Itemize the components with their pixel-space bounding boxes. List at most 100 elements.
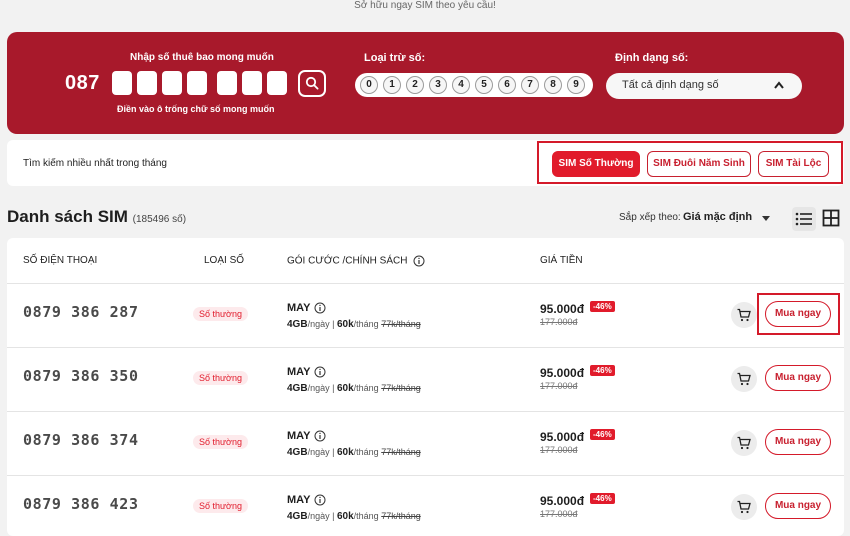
- digit-input-3[interactable]: [162, 71, 182, 95]
- number-type-badge: Số thường: [193, 371, 248, 385]
- plan-fee: 60k: [336, 447, 354, 458]
- top-caption: Sở hữu ngay SIM theo yêu cầu!: [354, 0, 496, 11]
- number-type-badge: Số thường: [193, 307, 248, 321]
- plan-name-text: MAY: [287, 302, 311, 314]
- price: 95.000đ: [540, 366, 585, 380]
- header-plan: GÓI CƯỚC /CHÍNH SÁCH: [287, 255, 425, 267]
- info-icon[interactable]: [314, 430, 326, 442]
- table-row: 0879 386 350 Số thường MAY 4GB/ngày | 60…: [7, 347, 844, 411]
- number-type-badge: Số thường: [193, 499, 248, 513]
- number-prefix: 087: [65, 72, 100, 94]
- add-to-cart-button[interactable]: [731, 494, 757, 520]
- grid-view-button[interactable]: [822, 209, 840, 227]
- sim-search-panel: Nhập số thuê bao mong muốn 087 Điền vào …: [7, 32, 844, 134]
- exclude-digit-2[interactable]: 2: [406, 76, 424, 94]
- caret-down-icon[interactable]: [762, 216, 770, 221]
- popular-filter-highlight: SIM Số Thường SIM Đuôi Năm Sinh SIM Tài …: [537, 141, 843, 184]
- exclude-digit-3[interactable]: 3: [429, 76, 447, 94]
- add-to-cart-button[interactable]: [731, 430, 757, 456]
- table-row: 0879 386 374 Số thường MAY 4GB/ngày | 60…: [7, 411, 844, 475]
- old-price: 177.000đ: [540, 509, 578, 519]
- list-count: (185496 số): [132, 214, 187, 225]
- plan-separator: |: [332, 447, 335, 457]
- exclude-label: Loại trừ số:: [364, 52, 426, 64]
- digit-hint: Điền vào ô trống chữ số mong muốn: [117, 104, 275, 114]
- plan-data-unit: /ngày: [307, 319, 330, 329]
- popular-filter-title: Tìm kiếm nhiều nhất trong tháng: [23, 158, 167, 169]
- plan-name-text: MAY: [287, 366, 311, 378]
- plan-fee: 60k: [336, 319, 354, 330]
- plan-detail: 4GB/ngày | 60k/tháng 77k/tháng: [287, 383, 421, 394]
- plan-fee: 60k: [336, 511, 354, 522]
- buy-now-button[interactable]: Mua ngay: [765, 493, 831, 519]
- list-view-button[interactable]: [792, 207, 816, 231]
- plan-fee-unit: /tháng: [353, 447, 379, 457]
- add-to-cart-button[interactable]: [731, 366, 757, 392]
- phone-number[interactable]: 0879 386 423: [23, 495, 139, 513]
- plan-data: 4GB: [287, 447, 308, 458]
- format-select[interactable]: Tất cả định dạng số: [606, 73, 802, 99]
- plan-name-text: MAY: [287, 430, 311, 442]
- chip-sim-so-thuong[interactable]: SIM Số Thường: [552, 151, 640, 177]
- exclude-digit-0[interactable]: 0: [360, 76, 378, 94]
- plan-separator: |: [332, 383, 335, 393]
- buy-now-button[interactable]: Mua ngay: [765, 365, 831, 391]
- chevron-up-icon: [774, 81, 784, 89]
- table-row: 0879 386 287 Số thường MAY 4GB/ngày | 60…: [7, 283, 844, 347]
- price: 95.000đ: [540, 494, 585, 508]
- plan-fee-unit: /tháng: [353, 511, 379, 521]
- cart-icon: [737, 500, 751, 514]
- buy-now-button[interactable]: Mua ngay: [765, 429, 831, 455]
- digit-input-5[interactable]: [217, 71, 237, 95]
- old-price: 177.000đ: [540, 381, 578, 391]
- header-price: GIÁ TIỀN: [540, 255, 583, 266]
- sort-select[interactable]: Giá mặc định: [683, 211, 752, 223]
- plan-name: MAY: [287, 366, 326, 378]
- info-icon[interactable]: [314, 366, 326, 378]
- discount-badge: -46%: [590, 301, 615, 312]
- plan-detail: 4GB/ngày | 60k/tháng 77k/tháng: [287, 511, 421, 522]
- exclude-digit-8[interactable]: 8: [544, 76, 562, 94]
- plan-old-fee: 77k/tháng: [381, 511, 421, 521]
- list-title: Danh sách SIM (185496 số): [7, 207, 186, 227]
- info-icon[interactable]: [413, 255, 425, 267]
- digit-input-6[interactable]: [242, 71, 262, 95]
- format-select-value: Tất cả định dạng số: [622, 79, 719, 91]
- digit-input-4[interactable]: [187, 71, 207, 95]
- exclude-digit-7[interactable]: 7: [521, 76, 539, 94]
- plan-detail: 4GB/ngày | 60k/tháng 77k/tháng: [287, 319, 421, 330]
- plan-name: MAY: [287, 494, 326, 506]
- search-icon: [305, 76, 319, 90]
- add-to-cart-button[interactable]: [731, 302, 757, 328]
- exclude-digit-5[interactable]: 5: [475, 76, 493, 94]
- digit-input-2[interactable]: [137, 71, 157, 95]
- phone-number[interactable]: 0879 386 287: [23, 303, 139, 321]
- old-price: 177.000đ: [540, 445, 578, 455]
- info-icon[interactable]: [314, 302, 326, 314]
- list-title-text: Danh sách SIM: [7, 207, 128, 226]
- phone-number[interactable]: 0879 386 374: [23, 431, 139, 449]
- chip-sim-duoi-nam-sinh[interactable]: SIM Đuôi Năm Sinh: [647, 151, 751, 177]
- info-icon[interactable]: [314, 494, 326, 506]
- buy-now-button[interactable]: Mua ngay: [765, 301, 831, 327]
- number-type-badge: Số thường: [193, 435, 248, 449]
- exclude-digit-1[interactable]: 1: [383, 76, 401, 94]
- plan-old-fee: 77k/tháng: [381, 383, 421, 393]
- plan-old-fee: 77k/tháng: [381, 447, 421, 457]
- plan-data-unit: /ngày: [307, 511, 330, 521]
- plan-data: 4GB: [287, 383, 308, 394]
- search-button[interactable]: [298, 70, 326, 97]
- popular-filter-bar: Tìm kiếm nhiều nhất trong tháng SIM Số T…: [7, 140, 844, 186]
- price: 95.000đ: [540, 430, 585, 444]
- header-phone: SỐ ĐIỆN THOẠI: [23, 255, 98, 266]
- phone-number[interactable]: 0879 386 350: [23, 367, 139, 385]
- plan-fee-unit: /tháng: [353, 319, 379, 329]
- exclude-digit-4[interactable]: 4: [452, 76, 470, 94]
- digit-input-7[interactable]: [267, 71, 287, 95]
- chip-sim-tai-loc[interactable]: SIM Tài Lộc: [758, 151, 829, 177]
- header-plan-label: GÓI CƯỚC /CHÍNH SÁCH: [287, 255, 408, 267]
- digit-input-1[interactable]: [112, 71, 132, 95]
- exclude-digit-6[interactable]: 6: [498, 76, 516, 94]
- plan-name-text: MAY: [287, 494, 311, 506]
- exclude-digit-9[interactable]: 9: [567, 76, 585, 94]
